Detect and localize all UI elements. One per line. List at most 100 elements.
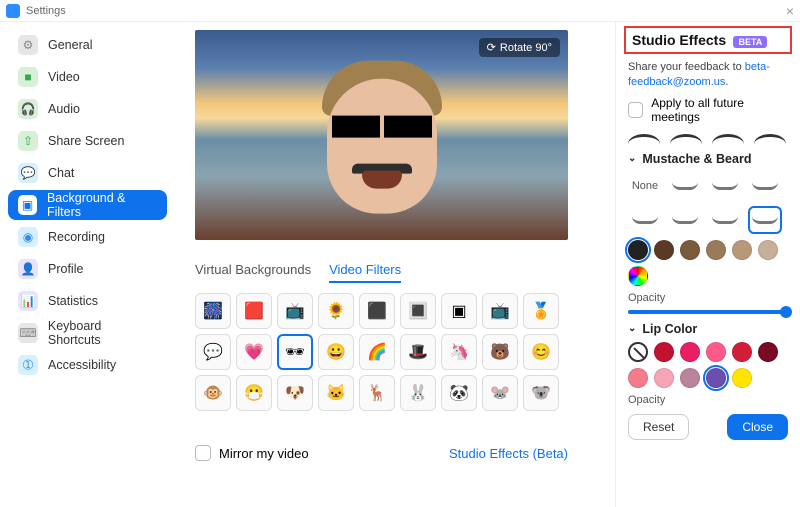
sidebar-item-label: Accessibility: [48, 358, 116, 372]
video-filter-item[interactable]: 🌻: [318, 293, 354, 329]
video-filter-item[interactable]: 📺: [482, 293, 518, 329]
rotate-button[interactable]: ⟳ Rotate 90°: [479, 38, 560, 57]
lip-color-section-header[interactable]: ⌄ Lip Color: [628, 322, 788, 336]
reset-button[interactable]: Reset: [628, 414, 689, 440]
lip-color-swatch[interactable]: [758, 342, 778, 362]
mustache-option[interactable]: [748, 172, 782, 200]
sidebar-item-share-screen[interactable]: ⇧Share Screen: [8, 126, 167, 156]
lip-color-swatch[interactable]: [706, 342, 726, 362]
video-filter-item[interactable]: 🐱: [318, 375, 354, 411]
sidebar-item-video[interactable]: ■Video: [8, 62, 167, 92]
lip-color-swatch[interactable]: [628, 368, 648, 388]
lip-color-swatch[interactable]: [654, 368, 674, 388]
mustache-none[interactable]: None: [628, 172, 662, 200]
sidebar-item-chat[interactable]: 💬Chat: [8, 158, 167, 188]
video-filter-item[interactable]: 🌈: [359, 334, 395, 370]
mirror-video-label: Mirror my video: [219, 446, 309, 461]
sidebar-item-label: Audio: [48, 102, 80, 116]
lip-color-swatch[interactable]: [680, 368, 700, 388]
sidebar-item-profile[interactable]: 👤Profile: [8, 254, 167, 284]
eyebrow-option[interactable]: [712, 134, 744, 144]
video-filter-item[interactable]: 🏅: [523, 293, 559, 329]
mustache-opacity-slider[interactable]: [628, 310, 788, 314]
video-filter-item[interactable]: ▣: [441, 293, 477, 329]
video-filter-item[interactable]: 🐨: [523, 375, 559, 411]
video-filter-item[interactable]: 🦄: [441, 334, 477, 370]
video-filter-item[interactable]: 😊: [523, 334, 559, 370]
mustache-color-swatch[interactable]: [654, 240, 674, 260]
video-filter-item[interactable]: 💬: [195, 334, 231, 370]
video-filter-item[interactable]: 🦌: [359, 375, 395, 411]
mirror-video-checkbox[interactable]: [195, 445, 211, 461]
close-button[interactable]: Close: [727, 414, 788, 440]
eyebrow-option[interactable]: [754, 134, 786, 144]
lip-color-swatch[interactable]: [732, 342, 752, 362]
video-filter-item[interactable]: 😷: [236, 375, 272, 411]
filters-scroll[interactable]: 🎆🟥📺🌻⬛🔳▣📺🏅💬💗🕶😀🌈🎩🦄🐻😊🐵😷🐶🐱🦌🐰🐼🐭🐨: [195, 293, 568, 431]
gear-icon: ⚙: [18, 35, 38, 55]
sidebar-item-statistics[interactable]: 📊 Statistics: [8, 286, 167, 316]
sidebar-item-label: Statistics: [48, 294, 98, 308]
lip-color-swatch[interactable]: [680, 342, 700, 362]
sidebar-item-label: Keyboard Shortcuts: [48, 319, 157, 347]
eyebrow-option[interactable]: [670, 134, 702, 144]
mustache-section-header[interactable]: ⌄ Mustache & Beard: [628, 152, 788, 166]
video-filter-item[interactable]: 🐶: [277, 375, 313, 411]
eyebrow-options-row: [628, 134, 788, 144]
video-icon: ■: [18, 67, 38, 87]
mustache-option[interactable]: [708, 172, 742, 200]
video-filter-item[interactable]: 🎩: [400, 334, 436, 370]
window-close-button[interactable]: ×: [786, 3, 794, 19]
opacity-label: Opacity: [628, 292, 788, 304]
sidebar-item-recording[interactable]: ◉Recording: [8, 222, 167, 252]
mustache-option[interactable]: [628, 206, 662, 234]
mustache-option[interactable]: [668, 206, 702, 234]
eyebrow-option[interactable]: [628, 134, 660, 144]
mustache-color-swatch[interactable]: [628, 240, 648, 260]
mustache-color-row: [628, 240, 788, 286]
sidebar-item-accessibility[interactable]: ➀Accessibility: [8, 350, 167, 380]
studio-effects-link[interactable]: Studio Effects (Beta): [449, 446, 568, 461]
tab-virtual-backgrounds[interactable]: Virtual Backgrounds: [195, 262, 311, 283]
video-filter-item[interactable]: 🐻: [482, 334, 518, 370]
sidebar-item-label: Background & Filters: [47, 191, 157, 219]
video-filter-item[interactable]: 🐰: [400, 375, 436, 411]
feedback-text: Share your feedback to beta-feedback@zoo…: [628, 60, 788, 90]
video-filter-item[interactable]: 🕶: [277, 334, 313, 370]
titlebar: Settings ×: [0, 0, 800, 22]
video-filter-item[interactable]: 💗: [236, 334, 272, 370]
sidebar-item-general[interactable]: ⚙ General: [8, 30, 167, 60]
video-filter-item[interactable]: ⬛: [359, 293, 395, 329]
tab-video-filters[interactable]: Video Filters: [329, 262, 401, 283]
sidebar-item-audio[interactable]: 🎧Audio: [8, 94, 167, 124]
video-filter-item[interactable]: 😀: [318, 334, 354, 370]
mustache-color-swatch[interactable]: [706, 240, 726, 260]
video-filter-item[interactable]: 🐵: [195, 375, 231, 411]
mustache-option[interactable]: [668, 172, 702, 200]
mustache-option[interactable]: [748, 206, 782, 234]
lip-color-swatch[interactable]: [732, 368, 752, 388]
lip-color-row: [628, 342, 788, 388]
mustache-color-swatch[interactable]: [680, 240, 700, 260]
lip-color-swatch[interactable]: [706, 368, 726, 388]
video-filter-item[interactable]: 🐭: [482, 375, 518, 411]
video-filter-item[interactable]: 🟥: [236, 293, 272, 329]
color-picker-icon[interactable]: [628, 266, 648, 286]
statistics-icon: 📊: [18, 291, 38, 311]
video-filter-item[interactable]: 🔳: [400, 293, 436, 329]
apply-all-meetings-checkbox[interactable]: [628, 102, 643, 118]
video-filter-item[interactable]: 🎆: [195, 293, 231, 329]
video-filter-item[interactable]: 🐼: [441, 375, 477, 411]
app-icon: [6, 4, 20, 18]
mustache-option[interactable]: [708, 206, 742, 234]
video-filter-item[interactable]: 📺: [277, 293, 313, 329]
mustache-color-swatch[interactable]: [732, 240, 752, 260]
sidebar-item-label: General: [48, 38, 92, 52]
chat-icon: 💬: [18, 163, 38, 183]
mustache-color-swatch[interactable]: [758, 240, 778, 260]
face-avatar: [322, 61, 442, 216]
lip-color-none[interactable]: [628, 342, 648, 362]
sidebar-item-background-filters[interactable]: ▣Background & Filters: [8, 190, 167, 220]
sidebar-item-keyboard-shortcuts[interactable]: ⌨Keyboard Shortcuts: [8, 318, 167, 348]
lip-color-swatch[interactable]: [654, 342, 674, 362]
